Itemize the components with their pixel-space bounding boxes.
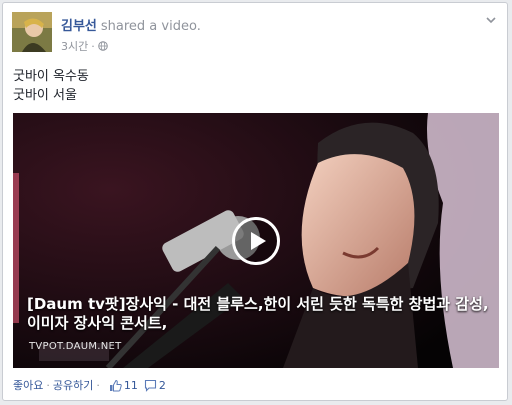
post-message: 굿바이 옥수동 굿바이 서울 — [13, 67, 89, 105]
post-timestamp[interactable]: 3시간 — [61, 38, 88, 54]
thumbs-up-icon — [109, 379, 122, 391]
meta-separator: · — [91, 39, 95, 53]
comment-icon — [144, 379, 156, 392]
comment-count-value: 2 — [158, 378, 166, 392]
post-meta: 3시간 · — [61, 38, 108, 54]
comment-count[interactable]: 2 — [144, 379, 166, 392]
post-text-line: 굿바이 서울 — [13, 88, 77, 103]
action-separator: · — [96, 378, 100, 392]
post-card: 김부선shared a video. 3시간 · 굿바이 옥수동 굿바이 서울 — [2, 2, 508, 401]
avatar-image — [12, 12, 52, 52]
post-actions: 좋아요 · 공유하기 · 11 2 — [13, 377, 166, 393]
like-link[interactable]: 좋아요 — [13, 377, 43, 393]
post-header: 김부선 shared a video. — [61, 15, 201, 34]
chevron-down-icon[interactable] — [484, 13, 498, 27]
video-title[interactable]: [Daum tv팟]장사익 - 대전 블루스,한이 서린 듯한 독특한 창법과 … — [27, 295, 489, 333]
post-text-line: 굿바이 옥수동 — [13, 69, 89, 84]
play-icon — [251, 232, 266, 250]
author-name[interactable]: 김부선 — [61, 19, 97, 34]
play-button[interactable] — [232, 217, 280, 265]
video-player[interactable]: [Daum tv팟]장사익 - 대전 블루스,한이 서린 듯한 독특한 창법과 … — [13, 113, 499, 368]
like-count[interactable]: 11 — [109, 379, 138, 392]
video-source: TVPOT.DAUM.NET — [29, 341, 122, 352]
globe-icon[interactable] — [97, 41, 108, 51]
avatar[interactable] — [12, 12, 52, 52]
like-count-value: 11 — [123, 378, 138, 392]
action-separator: · — [46, 378, 50, 392]
share-link[interactable]: 공유하기 — [53, 377, 93, 393]
post-action: shared a video. — [100, 19, 201, 34]
